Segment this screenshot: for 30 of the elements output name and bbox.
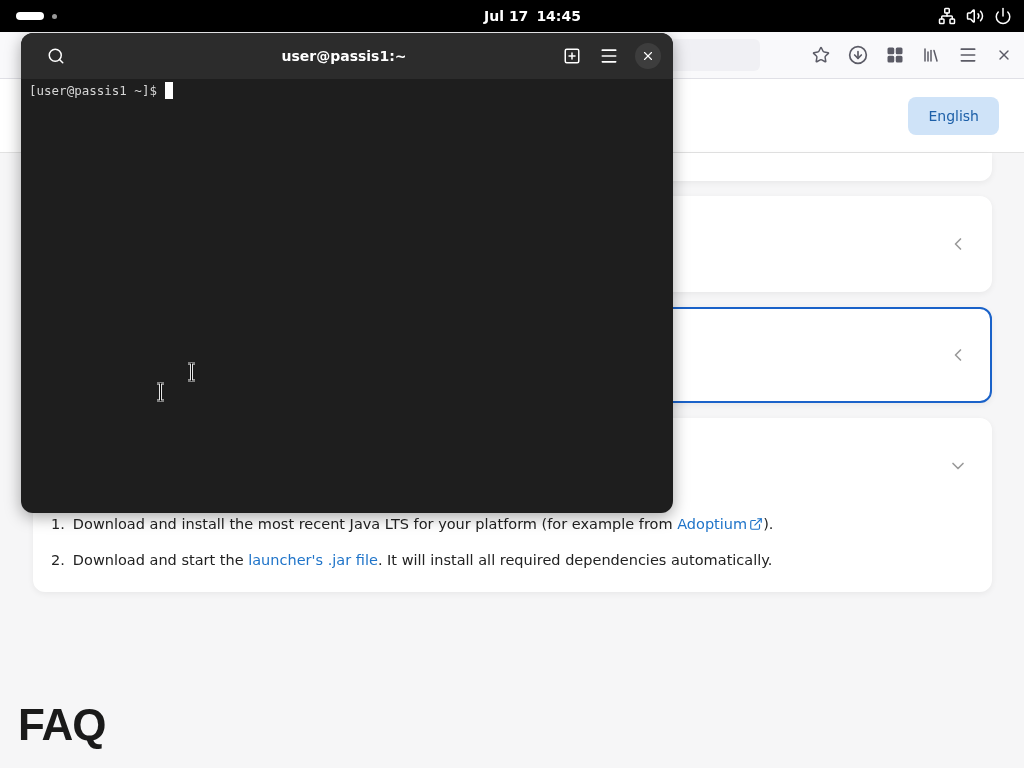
faq-heading: FAQ bbox=[17, 700, 107, 750]
text-caret bbox=[164, 82, 173, 99]
close-icon bbox=[641, 49, 655, 63]
library-icon[interactable] bbox=[922, 46, 940, 64]
plus-square-icon bbox=[563, 47, 581, 65]
star-icon[interactable] bbox=[812, 46, 830, 64]
network-icon[interactable] bbox=[938, 7, 956, 25]
text-cursor-icon bbox=[187, 362, 196, 382]
link[interactable]: Adoptium bbox=[677, 516, 764, 532]
close-button[interactable] bbox=[635, 43, 661, 69]
volume-icon[interactable] bbox=[966, 7, 984, 25]
terminal-prompt: [user@passis1 ~]$ bbox=[29, 83, 157, 98]
step-text: Download and start the launcher's .jar file. It will install all required dependencies automatically. bbox=[72, 552, 773, 568]
text-cursor-icon bbox=[156, 382, 165, 402]
step-number: 1. bbox=[51, 516, 65, 532]
terminal-title: user@passis1:~ bbox=[280, 48, 408, 64]
menu-icon bbox=[599, 46, 619, 66]
step-number: 2. bbox=[51, 552, 65, 568]
grid-icon[interactable] bbox=[886, 46, 904, 64]
download-icon[interactable] bbox=[848, 45, 868, 65]
step-text: Download and install the most recent Java LTS for your platform (for example from Adoptium ). bbox=[72, 516, 774, 532]
activities-indicator[interactable] bbox=[16, 12, 44, 20]
time-label[interactable]: 14:45 bbox=[536, 8, 581, 24]
date-label[interactable]: Jul 17 bbox=[484, 8, 529, 24]
search-icon bbox=[47, 47, 65, 65]
menu-icon[interactable] bbox=[958, 45, 978, 65]
link[interactable]: launcher's .jar file bbox=[248, 552, 378, 568]
language-button[interactable]: English bbox=[908, 96, 999, 135]
workspace-dot[interactable] bbox=[52, 13, 57, 19]
power-icon[interactable] bbox=[994, 7, 1012, 25]
